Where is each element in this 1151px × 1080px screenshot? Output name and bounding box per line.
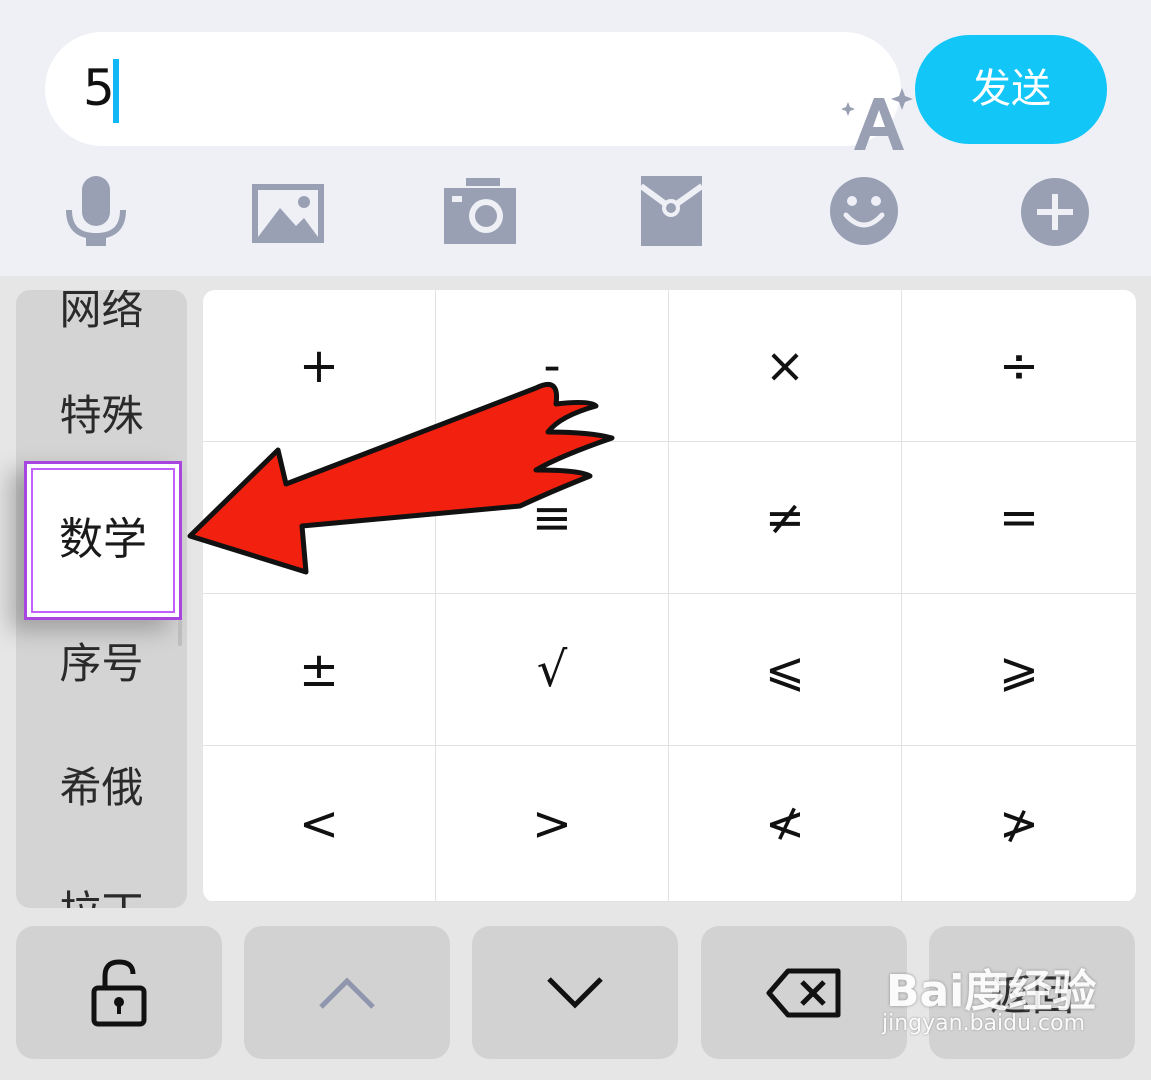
watermark-url: jingyan.baidu.com [882, 1011, 1086, 1036]
category-network[interactable]: 网络 [16, 290, 187, 340]
image-icon[interactable] [252, 184, 324, 243]
watermark-brand: Bai度经验 [886, 966, 1097, 1017]
symbol-key[interactable]: < [203, 746, 436, 902]
plus-icon[interactable] [1021, 178, 1089, 246]
ai-text-style-icon[interactable] [840, 86, 916, 160]
page-down-key[interactable] [472, 926, 678, 1059]
symbol-key[interactable]: √ [436, 594, 669, 746]
symbol-key[interactable]: > [436, 746, 669, 902]
lock-key[interactable] [16, 926, 222, 1059]
input-area: 5 发送 [0, 0, 1151, 276]
category-serial[interactable]: 序号 [16, 634, 187, 694]
category-latin[interactable]: 拉丁 [16, 882, 187, 908]
backspace-icon [766, 968, 841, 1017]
delete-key[interactable] [701, 926, 907, 1059]
red-packet-icon[interactable] [641, 176, 702, 246]
camera-icon[interactable] [444, 178, 516, 244]
symbol-key[interactable]: × [669, 290, 902, 442]
symbol-key[interactable]: ≠ [669, 442, 902, 594]
symbol-key[interactable]: ≯ [902, 746, 1136, 902]
category-math-selected[interactable]: 数学 [24, 461, 182, 620]
chevron-up-icon [319, 976, 375, 1009]
category-math-label: 数学 [59, 514, 147, 565]
microphone-icon[interactable] [65, 176, 127, 248]
message-input-text: 5 [83, 59, 115, 117]
symbol-key[interactable]: = [902, 442, 1136, 594]
symbol-key[interactable]: ± [203, 594, 436, 746]
send-button[interactable]: 发送 [915, 35, 1107, 144]
category-special[interactable]: 特殊 [16, 386, 187, 446]
symbol-key[interactable]: + [203, 290, 436, 442]
symbol-key[interactable]: ⩽ [669, 594, 902, 746]
lock-icon [91, 958, 147, 1026]
category-greek-russian[interactable]: 希俄 [16, 758, 187, 818]
symbol-grid: + - × ÷ ≡ ≠ = ± √ ⩽ ⩾ < > ≮ ≯ [203, 290, 1136, 902]
symbol-key[interactable] [203, 442, 436, 594]
category-scrollbar [178, 620, 182, 646]
emoji-icon[interactable] [830, 177, 898, 245]
chevron-down-icon [547, 976, 603, 1009]
symbol-key[interactable]: - [436, 290, 669, 442]
page-up-key[interactable] [244, 926, 450, 1059]
baidu-jingyan-watermark: Bai度经验 jingyan.baidu.com [882, 955, 1102, 1055]
message-input[interactable]: 5 [45, 32, 913, 150]
symbol-key[interactable]: ÷ [902, 290, 1136, 442]
symbol-key[interactable]: ≮ [669, 746, 902, 902]
text-cursor [113, 59, 119, 123]
symbol-key[interactable]: ⩾ [902, 594, 1136, 746]
symbol-key[interactable]: ≡ [436, 442, 669, 594]
